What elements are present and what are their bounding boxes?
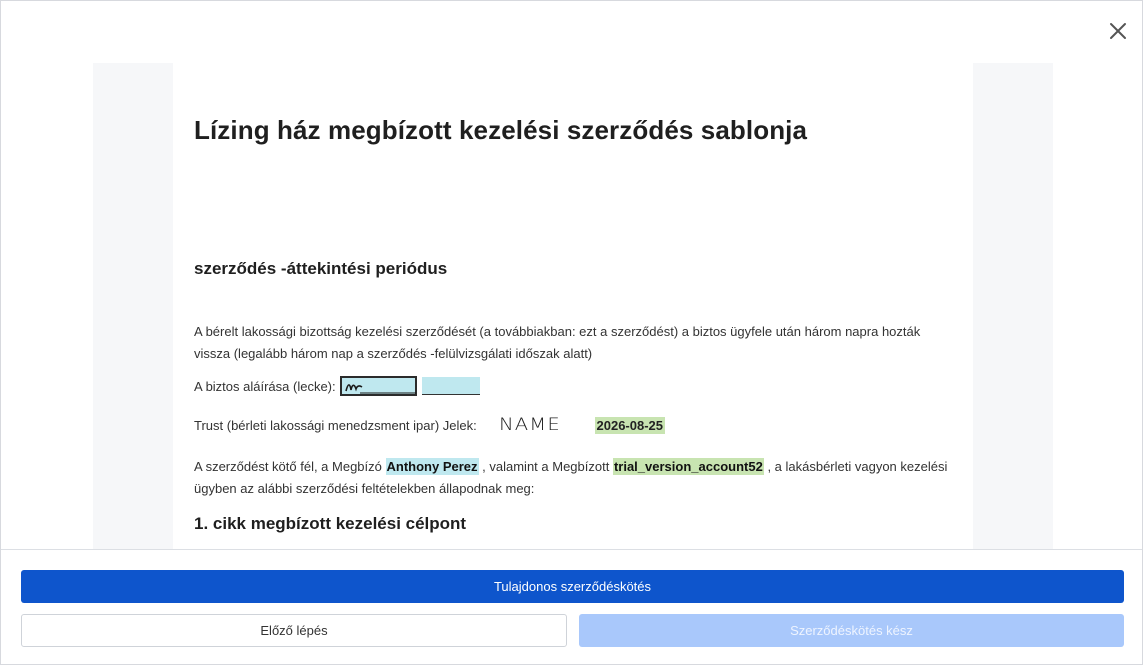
trust-name-mark: NAME (498, 415, 561, 435)
trust-marks-row: Trust (bérleti lakossági menedzsment ipa… (194, 415, 666, 435)
agent-name: trial_version_account52 (612, 458, 764, 475)
previous-step-button[interactable]: Előző lépés (21, 614, 567, 647)
signature-label: A biztos aláírása (lecke): (194, 378, 336, 394)
handwritten-signature-icon (344, 384, 416, 394)
document-title: Lízing ház megbízott kezelési szerződés … (194, 115, 808, 145)
document-scroll-area[interactable]: Lízing ház megbízott kezelési szerződés … (1, 1, 1142, 549)
parties-paragraph: A szerződést kötő fél, a Megbízó Anthony… (194, 456, 959, 500)
dialog-footer: Tulajdonos szerződéskötés Előző lépés Sz… (1, 549, 1142, 664)
review-period-paragraph: A bérelt lakossági bizottság kezelési sz… (194, 324, 921, 361)
contract-dialog: Lízing ház megbízott kezelési szerződés … (0, 0, 1143, 665)
contract-done-button[interactable]: Szerződéskötés kész (579, 614, 1124, 647)
principal-name: Anthony Perez (385, 458, 479, 475)
close-icon (1110, 23, 1126, 39)
trust-date: 2026-08-25 (594, 416, 666, 434)
signature-field[interactable] (339, 376, 417, 396)
parties-text-2: , valamint a Megbízott (482, 459, 610, 474)
parties-text-1: A szerződést kötő fél, a Megbízó (194, 459, 382, 474)
document-page: Lízing ház megbízott kezelési szerződés … (173, 63, 973, 549)
signature-blank-field[interactable] (421, 377, 480, 395)
article-1-heading: 1. cikk megbízott kezelési célpont (194, 514, 467, 533)
close-button[interactable] (1106, 19, 1130, 43)
signature-row: A biztos aláírása (lecke): (194, 376, 480, 396)
owner-contract-button[interactable]: Tulajdonos szerződéskötés (21, 570, 1124, 603)
section-heading: szerződés -áttekintési periódus (194, 259, 448, 278)
trust-label: Trust (bérleti lakossági menedzsment ipa… (194, 417, 477, 433)
